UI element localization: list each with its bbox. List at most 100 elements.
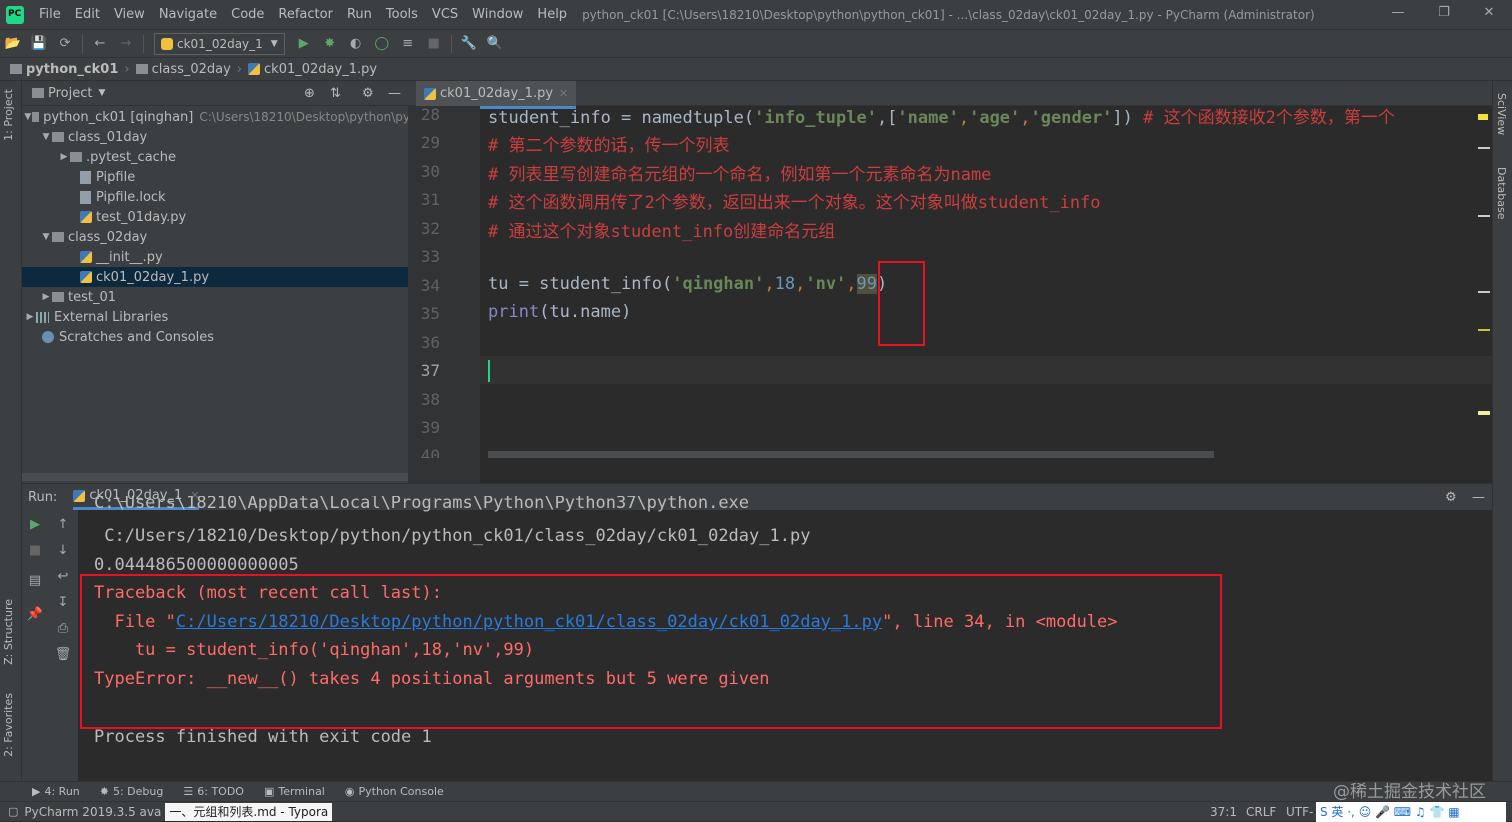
cursor-position[interactable]: 37:1 — [1210, 805, 1237, 819]
menu-window[interactable]: Window — [465, 7, 530, 22]
concurrency-icon[interactable]: ≡ — [397, 34, 419, 54]
forward-arrow-icon[interactable]: → — [115, 34, 137, 54]
restore-icon[interactable]: ❐ — [1434, 5, 1454, 20]
tool-window-run[interactable]: ▶ 4: Run — [32, 785, 80, 798]
side-tab-sciview[interactable]: SciView — [1495, 93, 1508, 135]
locate-icon[interactable]: ⊕ — [304, 86, 315, 101]
run-icon[interactable]: ▶ — [293, 34, 315, 54]
project-view-select[interactable]: Project — [48, 86, 92, 101]
tree-item-scratches[interactable]: Scratches and Consoles — [22, 327, 428, 347]
code-line-34[interactable]: tu = student_info('qinghan',18,'nv',99) — [488, 274, 887, 294]
tool-window-todo[interactable]: ☰ 6: TODO — [183, 785, 244, 798]
layout-icon[interactable]: ▤ — [24, 570, 46, 592]
file-encoding[interactable]: UTF- — [1286, 805, 1313, 819]
hide-panel-icon[interactable]: — — [1472, 490, 1485, 505]
side-tab-structure[interactable]: Z: Structure — [2, 599, 15, 665]
chevron-down-icon[interactable]: ▼ — [98, 88, 105, 98]
horizontal-scrollbar[interactable] — [488, 451, 1214, 458]
line-separator[interactable]: CRLF — [1246, 805, 1276, 819]
left-tool-strip: 1: Project Z: Structure 2: Favorites — [0, 81, 22, 781]
code-line-31[interactable]: # 这个函数调用传了2个参数，返回出来一个对象。这个对象叫做student_in… — [488, 188, 1101, 213]
horizontal-scrollbar[interactable] — [22, 473, 408, 481]
back-arrow-icon[interactable]: ← — [89, 34, 111, 54]
coverage-icon[interactable]: ◐ — [345, 34, 367, 54]
down-arrow-icon[interactable]: ↓ — [52, 540, 74, 562]
tree-item-external-libraries[interactable]: ▶ External Libraries — [22, 307, 410, 327]
stop-icon[interactable]: ■ — [24, 540, 46, 562]
wrench-icon[interactable]: 🔧 — [458, 34, 480, 54]
trash-icon[interactable]: 🗑 — [52, 644, 74, 666]
tree-item-test-01day[interactable]: test_01day.py — [22, 207, 466, 227]
debug-icon[interactable]: ✸ — [319, 34, 341, 54]
print-icon[interactable]: ⎙ — [52, 618, 74, 640]
menu-edit[interactable]: Edit — [68, 7, 107, 22]
collapsed-arrow-icon[interactable]: ▶ — [24, 312, 36, 322]
code-builtin: print — [488, 302, 540, 322]
close-icon[interactable]: ✕ — [1479, 5, 1499, 20]
menu-refactor[interactable]: Refactor — [271, 7, 340, 22]
breadcrumb-file[interactable]: ck01_02day_1.py — [244, 62, 381, 77]
hide-panel-icon[interactable]: — — [388, 86, 401, 101]
tool-window-python-console[interactable]: ◉ Python Console — [345, 785, 444, 798]
menu-vcs[interactable]: VCS — [425, 7, 465, 22]
gear-icon[interactable]: ⚙ — [1445, 490, 1457, 505]
menu-help[interactable]: Help — [530, 7, 574, 22]
event-log-icon[interactable]: ▢ — [8, 805, 18, 818]
run-config-select[interactable]: ck01_02day_1 ▼ — [154, 32, 285, 55]
collapsed-arrow-icon[interactable]: ▶ — [58, 152, 70, 162]
side-tab-database[interactable]: Database — [1495, 167, 1508, 220]
input-method-toolbar[interactable]: S 英 ·, ☺ 🎤 ⌨ ♫ 👕 ▦ — [1316, 802, 1506, 822]
menu-view[interactable]: View — [107, 7, 152, 22]
code-line-32[interactable]: # 通过这个对象student_info创建命名元组 — [488, 217, 835, 242]
menu-file[interactable]: File — [32, 7, 68, 22]
menu-navigate[interactable]: Navigate — [152, 7, 224, 22]
pin-icon[interactable]: 📌 — [24, 604, 46, 626]
tree-item-class-02day[interactable]: ▼ class_02day — [22, 227, 426, 247]
search-icon[interactable]: 🔍 — [484, 34, 506, 54]
status-message[interactable]: PyCharm 2019.3.5 ava — [24, 805, 161, 819]
tree-item-init[interactable]: __init__.py — [22, 247, 466, 267]
python-file-icon — [424, 87, 436, 100]
code-line-30[interactable]: # 列表里写创建命名元组的一个命名，例如第一个元素命名为name — [488, 160, 991, 185]
side-tab-favorites[interactable]: 2: Favorites — [2, 693, 15, 757]
taskbar-typora-window[interactable]: 一、元组和列表.md - Typora — [165, 802, 333, 821]
warning-marker[interactable] — [1478, 114, 1488, 120]
sync-icon[interactable]: ⟳ — [54, 34, 76, 54]
profile-icon[interactable]: ◯ — [371, 34, 393, 54]
save-icon[interactable]: 💾 — [28, 34, 50, 54]
tree-item-class-01day[interactable]: ▼ class_01day — [22, 127, 426, 147]
rerun-icon[interactable]: ▶ — [24, 514, 46, 536]
scroll-to-end-icon[interactable]: ↧ — [52, 592, 74, 614]
code-line-35[interactable]: print(tu.name) — [488, 302, 631, 322]
tree-item-project-root[interactable]: ▼ python_ck01 [qinghan] C:\Users\18210\D… — [22, 107, 410, 127]
tree-item-pipfile-lock[interactable]: Pipfile.lock — [22, 187, 466, 207]
menu-tools[interactable]: Tools — [379, 7, 425, 22]
tree-item-pipfile[interactable]: Pipfile — [22, 167, 466, 187]
expanded-arrow-icon[interactable]: ▼ — [40, 232, 52, 242]
stop-icon[interactable]: ■ — [423, 34, 445, 54]
menu-code[interactable]: Code — [224, 7, 271, 22]
tool-window-terminal[interactable]: ▣ Terminal — [264, 785, 325, 798]
expanded-arrow-icon[interactable]: ▼ — [24, 112, 32, 122]
tool-window-debug[interactable]: ✸ 5: Debug — [100, 785, 164, 798]
code-line-28[interactable]: student_info = namedtuple('info_tuple',[… — [488, 103, 1395, 128]
open-folder-icon[interactable]: 📂 — [2, 34, 24, 54]
line-number: 31 — [420, 190, 440, 209]
code-line-29[interactable]: # 第二个参数的话，传一个列表 — [488, 131, 729, 156]
close-tab-icon[interactable]: ✕ — [559, 87, 568, 100]
collapsed-arrow-icon[interactable]: ▶ — [40, 292, 52, 302]
tree-item-pytest-cache[interactable]: ▶ .pytest_cache — [22, 147, 444, 167]
expanded-arrow-icon[interactable]: ▼ — [40, 132, 52, 142]
up-arrow-icon[interactable]: ↑ — [52, 514, 74, 536]
run-config-label: ck01_02day_1 — [177, 36, 263, 51]
collapse-all-icon[interactable]: ⇅ — [330, 86, 341, 101]
soft-wrap-icon[interactable]: ↩ — [52, 566, 74, 588]
tree-item-test-01[interactable]: ▶ test_01 — [22, 287, 426, 307]
breadcrumb-folder[interactable]: class_02day — [132, 62, 235, 77]
tree-item-ck01-02day-1[interactable]: ck01_02day_1.py — [22, 267, 466, 287]
minimize-icon[interactable]: — — [1388, 5, 1408, 20]
gear-icon[interactable]: ⚙ — [362, 86, 374, 101]
breadcrumb-project[interactable]: python_ck01 — [6, 62, 122, 77]
menu-run[interactable]: Run — [340, 7, 379, 22]
side-tab-project[interactable]: 1: Project — [2, 89, 15, 141]
